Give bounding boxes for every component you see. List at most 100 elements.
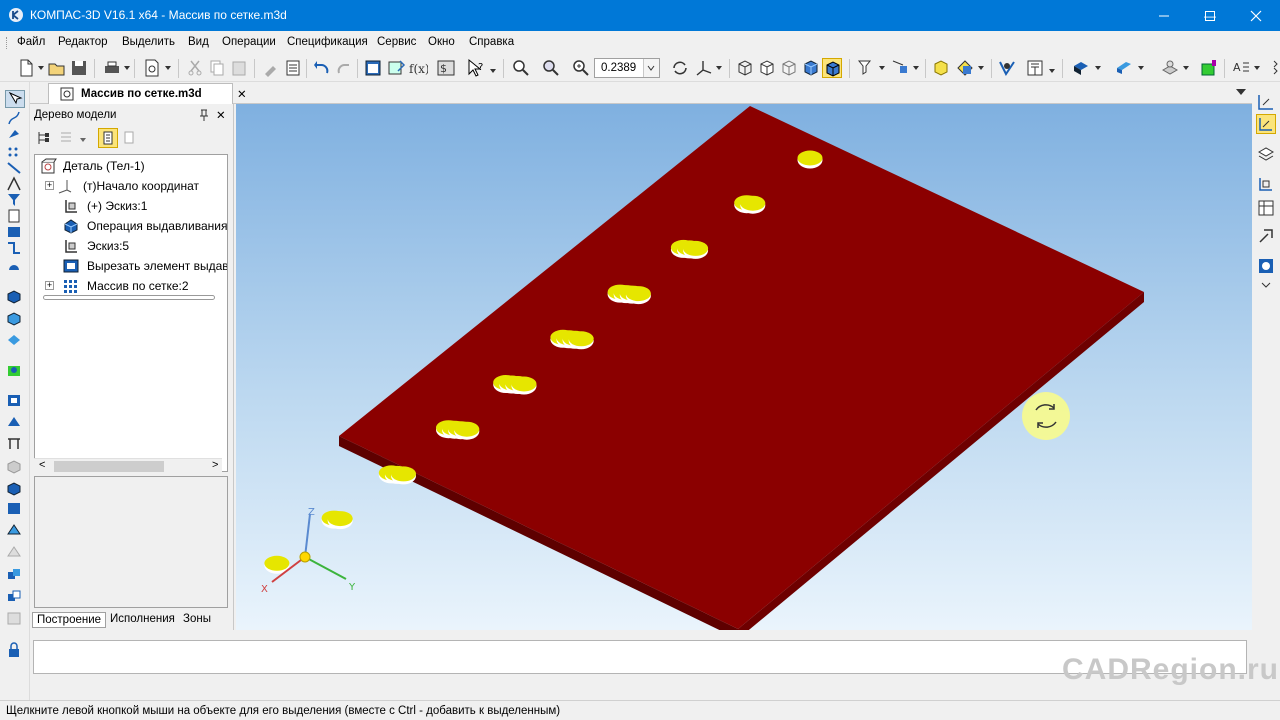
pin-icon[interactable] (198, 108, 210, 122)
print-icon[interactable] (102, 58, 122, 78)
zoom-dropdown-button[interactable] (643, 59, 659, 77)
shaded-icon[interactable] (801, 58, 821, 78)
loft-icon[interactable] (5, 332, 25, 350)
revolve-icon[interactable] (5, 258, 25, 276)
section-view-icon[interactable] (955, 58, 975, 78)
hole[interactable] (797, 150, 823, 169)
orientation-icon[interactable] (694, 58, 714, 78)
assembly-tool-2-icon[interactable] (5, 588, 25, 606)
manager-icon[interactable] (363, 58, 383, 78)
expand-toggle-icon[interactable]: + (45, 181, 54, 190)
open-file-icon[interactable] (47, 58, 67, 78)
disabled-tool-icon[interactable] (5, 458, 25, 476)
measure-icon[interactable]: $ (436, 58, 456, 78)
sketch-plane-icon[interactable] (1256, 174, 1276, 194)
menu-file[interactable]: Файл (17, 36, 45, 48)
zoom-scale-select[interactable]: 0.2389 (594, 58, 660, 78)
cut-tool-icon[interactable] (5, 310, 25, 328)
hole[interactable] (391, 466, 416, 485)
table-icon[interactable] (1256, 198, 1276, 218)
rotate-icon[interactable] (670, 58, 690, 78)
thread-icon[interactable] (5, 522, 25, 540)
sheet-metal-icon[interactable] (1160, 58, 1180, 78)
menu-select[interactable]: Выделить (122, 36, 175, 48)
select-tool-icon[interactable] (5, 90, 25, 108)
scroll-thumb[interactable] (54, 461, 164, 472)
disabled-tool-3-icon[interactable] (5, 610, 25, 628)
wireframe-icon[interactable] (735, 58, 755, 78)
shaded-edges-icon[interactable] (822, 58, 842, 78)
snap-active-icon[interactable] (1256, 114, 1276, 134)
fillet-icon[interactable] (5, 362, 25, 380)
disabled-tool-2-icon[interactable] (5, 544, 25, 562)
hole[interactable] (454, 421, 480, 440)
print-dropdown-icon[interactable] (124, 66, 130, 70)
bend-icon[interactable] (5, 240, 25, 258)
redo-icon[interactable] (334, 58, 354, 78)
new-file-icon[interactable] (16, 58, 36, 78)
scroll-right-arrow-icon[interactable]: > (212, 459, 218, 471)
menu-specification[interactable]: Спецификация (287, 36, 368, 48)
pattern-icon[interactable] (5, 414, 25, 432)
preview-icon[interactable] (142, 58, 162, 78)
tree-horizontal-scrollbar[interactable]: < > (34, 458, 222, 472)
menu-help[interactable]: Справка (469, 36, 514, 48)
tab-construction[interactable]: Построение (32, 612, 107, 628)
scroll-left-arrow-icon[interactable]: < (39, 459, 45, 471)
function-fx-icon[interactable]: f(x) (408, 58, 430, 78)
hole[interactable] (683, 240, 709, 259)
orientation-dropdown-icon[interactable] (716, 66, 722, 70)
library-icon[interactable] (1256, 256, 1276, 276)
properties-list-icon[interactable] (283, 58, 303, 78)
zoom-in-icon[interactable] (571, 58, 591, 78)
hole[interactable] (740, 195, 766, 214)
shell-icon[interactable] (5, 392, 25, 410)
lock-icon[interactable] (5, 642, 25, 660)
tree-sort-type-icon[interactable] (122, 130, 138, 146)
sheet-metal-dropdown-icon[interactable] (1183, 66, 1189, 70)
variables-icon[interactable] (386, 58, 406, 78)
edit-tool-icon[interactable] (5, 126, 25, 144)
model-viewport[interactable]: Z Y X (236, 104, 1252, 630)
specification-icon[interactable] (1025, 58, 1045, 78)
tab-list-dropdown-icon[interactable] (1236, 89, 1246, 95)
toolbar-overflow-icon[interactable] (490, 69, 496, 73)
maximize-button[interactable] (1187, 0, 1233, 31)
constraint-icon[interactable] (1256, 226, 1276, 246)
surface-icon[interactable] (1114, 58, 1134, 78)
close-tab-icon[interactable]: ✕ (237, 87, 247, 101)
solid-tool-2-icon[interactable] (5, 500, 25, 518)
hidden-lines-thin-icon[interactable] (779, 58, 799, 78)
tree-structure-icon[interactable] (36, 130, 52, 146)
paste-icon[interactable] (229, 58, 249, 78)
close-button[interactable] (1233, 0, 1279, 31)
hole[interactable] (511, 376, 537, 395)
surface-dropdown-icon[interactable] (1138, 66, 1144, 70)
expand-toggle-icon[interactable]: + (45, 281, 54, 290)
text-dropdown-icon[interactable] (1254, 66, 1260, 70)
select-edges-icon[interactable] (890, 58, 910, 78)
tree-view-mode-icon[interactable] (58, 130, 74, 146)
toolbar-more-icon[interactable] (1266, 58, 1278, 78)
undo-icon[interactable] (312, 58, 332, 78)
menu-editor[interactable]: Редактор (58, 36, 108, 48)
save-icon[interactable] (69, 58, 89, 78)
help-cursor-icon[interactable]: ? (466, 58, 486, 78)
menu-service[interactable]: Сервис (377, 36, 416, 48)
close-panel-icon[interactable]: ✕ (216, 108, 226, 122)
tab-zones[interactable]: Зоны (179, 612, 215, 628)
tree-view-dropdown-icon[interactable] (80, 138, 86, 142)
tree-sort-order-icon[interactable] (98, 128, 118, 148)
tab-executions[interactable]: Исполнения (106, 612, 179, 628)
grid-snap-icon[interactable] (1256, 92, 1276, 112)
text-annotation-icon[interactable]: A (1231, 58, 1251, 78)
hidden-lines-icon[interactable] (757, 58, 777, 78)
filter-selection-icon[interactable] (856, 58, 876, 78)
minimize-button-glyph[interactable] (1141, 0, 1187, 31)
select-edges-dropdown-icon[interactable] (913, 66, 919, 70)
properties-brush-icon[interactable] (261, 58, 281, 78)
model-scene[interactable]: Z Y X (236, 104, 1252, 630)
mcx-icon[interactable] (997, 58, 1017, 78)
mirror-icon[interactable] (5, 436, 25, 454)
layers-icon[interactable] (1256, 144, 1276, 164)
